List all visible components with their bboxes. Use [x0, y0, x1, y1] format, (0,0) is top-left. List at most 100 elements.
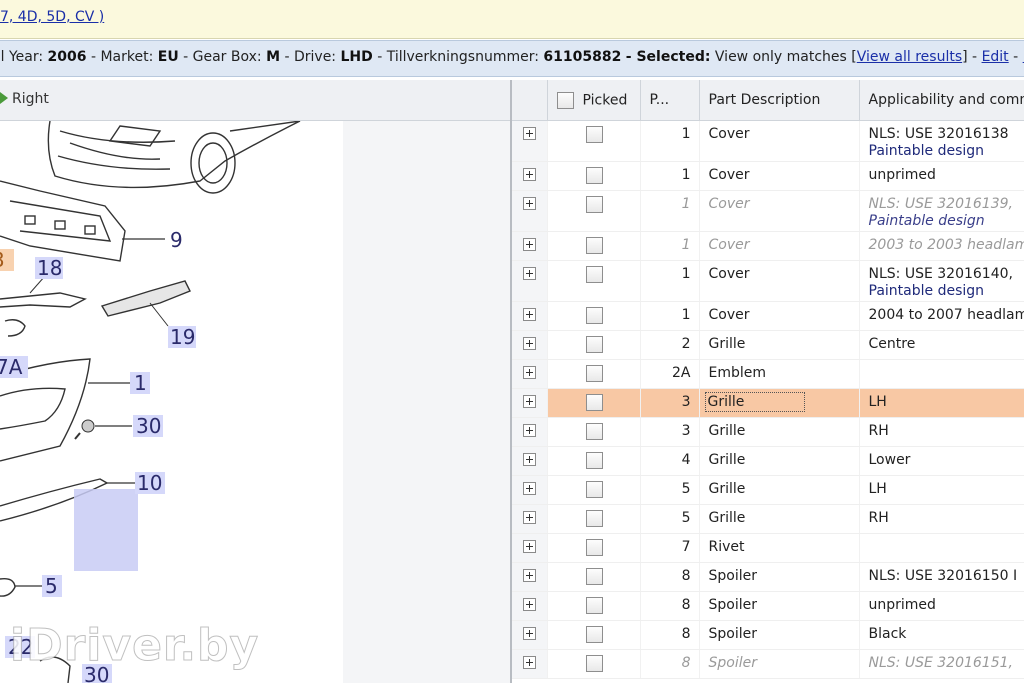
- applicability-column-header[interactable]: Applicability and comm: [859, 80, 1024, 121]
- table-row[interactable]: 8 Spoiler unprimed: [512, 591, 1024, 621]
- applicability-cell: NLS: USE 32016151,: [859, 649, 1024, 679]
- picked-checkbox[interactable]: [585, 568, 603, 585]
- expand-plus-icon[interactable]: [522, 569, 536, 582]
- picked-checkbox[interactable]: [585, 423, 603, 440]
- table-row[interactable]: 2A Emblem: [512, 359, 1024, 389]
- picked-checkbox[interactable]: [585, 196, 603, 213]
- picked-checkbox[interactable]: [585, 167, 603, 184]
- table-row[interactable]: 3 Grille LH: [512, 388, 1024, 418]
- picked-cell: [547, 359, 641, 389]
- table-row[interactable]: 5 Grille LH: [512, 475, 1024, 505]
- picked-checkbox[interactable]: [585, 237, 603, 254]
- callout-10[interactable]: 10: [137, 471, 162, 495]
- selected-label: - Selected:: [625, 49, 711, 65]
- expand-plus-icon[interactable]: [522, 267, 536, 280]
- table-row[interactable]: 8 Spoiler Black: [512, 620, 1024, 650]
- callout-30[interactable]: 30: [136, 414, 161, 438]
- picked-checkbox[interactable]: [585, 266, 603, 283]
- expand-plus-icon[interactable]: [522, 366, 536, 379]
- picked-checkbox[interactable]: [585, 394, 603, 411]
- picked-cell: [547, 388, 641, 418]
- callout-5[interactable]: 5: [45, 574, 58, 598]
- picked-cell: [547, 562, 641, 592]
- position-value: 4: [681, 452, 691, 468]
- position-value: 2A: [672, 365, 691, 381]
- table-row[interactable]: 5 Grille RH: [512, 504, 1024, 534]
- picked-checkbox[interactable]: [585, 452, 603, 469]
- callout-19[interactable]: 19: [170, 325, 195, 349]
- expand-plus-icon[interactable]: [522, 127, 536, 140]
- models-link[interactable]: 7, 4D, 5D, CV ): [0, 9, 104, 25]
- picked-checkbox[interactable]: [585, 597, 603, 614]
- expand-plus-icon[interactable]: [522, 453, 536, 466]
- expand-plus-icon[interactable]: [522, 656, 536, 669]
- expand-plus-icon[interactable]: [522, 540, 536, 553]
- table-row[interactable]: 1 Cover 2003 to 2003 headlam: [512, 231, 1024, 261]
- applicability-value: RH: [868, 510, 889, 526]
- picked-checkbox[interactable]: [585, 655, 603, 672]
- table-row[interactable]: 1 Cover 2004 to 2007 headlam: [512, 301, 1024, 331]
- picked-cell: [547, 417, 641, 447]
- expand-plus-icon[interactable]: [522, 337, 536, 350]
- gearbox-value: M: [266, 49, 281, 65]
- description-cell: Cover: [699, 190, 860, 232]
- table-row[interactable]: 1 Cover NLS: USE 32016139, Paintable design: [512, 190, 1024, 232]
- picked-cell: [547, 190, 641, 232]
- applicability-cell: LH: [859, 388, 1024, 418]
- picked-checkbox[interactable]: [585, 539, 603, 556]
- edit-link[interactable]: Edit: [982, 49, 1009, 65]
- expand-plus-icon[interactable]: [522, 197, 536, 210]
- picked-cell: [547, 620, 641, 650]
- vehicle-info-bar: el Year: 2006 - Market: EU - Gear Box: M…: [0, 40, 1024, 77]
- table-row[interactable]: 3 Grille RH: [512, 417, 1024, 447]
- expand-plus-icon[interactable]: [522, 511, 536, 524]
- expand-plus-icon[interactable]: [522, 424, 536, 437]
- expand-plus-icon[interactable]: [522, 168, 536, 181]
- table-row[interactable]: 8 Spoiler NLS: USE 32016151,: [512, 649, 1024, 679]
- picked-checkbox[interactable]: [585, 365, 603, 382]
- picked-checkbox[interactable]: [585, 126, 603, 143]
- view-side-label[interactable]: Right: [12, 91, 49, 107]
- expand-plus-icon[interactable]: [522, 482, 536, 495]
- table-row[interactable]: 2 Grille Centre: [512, 330, 1024, 360]
- picked-checkbox[interactable]: [585, 510, 603, 527]
- table-row[interactable]: 7 Rivet: [512, 533, 1024, 563]
- callout-7a[interactable]: 7A: [0, 355, 23, 379]
- expand-cell: [512, 649, 548, 679]
- picked-checkbox[interactable]: [585, 336, 603, 353]
- expand-plus-icon[interactable]: [522, 395, 536, 408]
- picked-column-header[interactable]: Picked: [547, 80, 641, 121]
- callout-3[interactable]: 3: [0, 248, 5, 272]
- description-cell: Grille: [699, 330, 860, 360]
- picked-checkbox[interactable]: [585, 307, 603, 324]
- picked-checkbox[interactable]: [585, 481, 603, 498]
- separator-text: ] -: [962, 49, 978, 65]
- select-all-checkbox[interactable]: [556, 91, 574, 109]
- position-column-header[interactable]: P...: [640, 80, 700, 121]
- picked-cell: [547, 161, 641, 191]
- expand-cell: [512, 120, 548, 162]
- expand-plus-icon[interactable]: [522, 238, 536, 251]
- picked-checkbox[interactable]: [585, 626, 603, 643]
- applicability-cell: [859, 359, 1024, 389]
- play-arrow-icon[interactable]: [0, 92, 8, 104]
- callout-9[interactable]: 9: [170, 228, 183, 252]
- table-row[interactable]: 8 Spoiler NLS: USE 32016150 I: [512, 562, 1024, 592]
- applicability-cell: 2004 to 2007 headlam: [859, 301, 1024, 331]
- highlight-box[interactable]: [74, 489, 138, 571]
- description-column-header[interactable]: Part Description: [699, 80, 860, 121]
- callout-18[interactable]: 18: [37, 256, 62, 280]
- expand-plus-icon[interactable]: [522, 598, 536, 611]
- expand-plus-icon[interactable]: [522, 308, 536, 321]
- table-row[interactable]: 1 Cover NLS: USE 32016138 Paintable design: [512, 120, 1024, 162]
- description-value: Spoiler: [708, 597, 758, 613]
- view-all-results-link[interactable]: View all results: [857, 49, 962, 65]
- table-row[interactable]: 1 Cover NLS: USE 32016140, Paintable design: [512, 260, 1024, 302]
- description-value: Grille: [708, 481, 746, 497]
- table-row[interactable]: 1 Cover unprimed: [512, 161, 1024, 191]
- callout-1[interactable]: 1: [134, 371, 147, 395]
- position-value: 7: [681, 539, 691, 555]
- expand-plus-icon[interactable]: [522, 627, 536, 640]
- table-row[interactable]: 4 Grille Lower: [512, 446, 1024, 476]
- part-18-shape: [0, 292, 87, 308]
